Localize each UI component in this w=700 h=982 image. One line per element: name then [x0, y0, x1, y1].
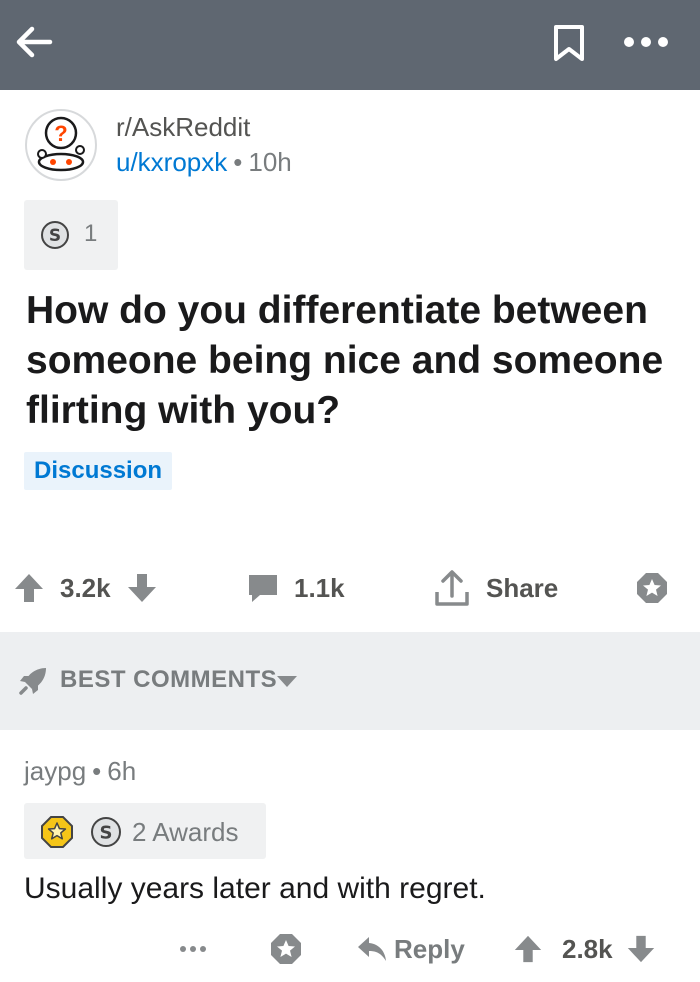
post-vote-group: 3.2k	[12, 570, 159, 606]
post-age: 10h	[248, 147, 292, 177]
comment-more-button[interactable]	[178, 930, 208, 968]
svg-text:S: S	[49, 226, 61, 246]
comments-button[interactable]: 1.1k	[246, 570, 345, 606]
chevron-down-icon	[277, 676, 297, 687]
reply-arrow-icon	[358, 937, 386, 961]
award-count: 1	[84, 220, 98, 247]
downvote-icon[interactable]	[625, 933, 657, 965]
comment-meta: jaypg • 6h	[24, 756, 136, 787]
meta-separator: •	[92, 756, 102, 786]
post-author[interactable]: u/kxropxk	[116, 147, 227, 177]
back-arrow-icon[interactable]	[12, 20, 56, 64]
reply-button[interactable]: Reply	[356, 930, 465, 968]
comment-body: Usually years later and with regret.	[24, 872, 486, 905]
upvote-icon[interactable]	[512, 933, 544, 965]
awards-label: 2 Awards	[132, 817, 239, 847]
svg-text:?: ?	[54, 121, 67, 146]
bookmark-icon[interactable]	[552, 24, 586, 62]
post-title[interactable]: How do you differentiate between someone…	[26, 286, 686, 436]
comment-icon	[249, 575, 277, 602]
more-dots-icon	[180, 946, 206, 952]
silver-award-icon: S	[91, 817, 121, 847]
comment-count: 1.1k	[294, 572, 345, 603]
comment-vote-group: 2.8k	[512, 930, 657, 968]
comment-awards[interactable]: S 2 Awards	[24, 803, 266, 859]
rocket-icon	[19, 668, 46, 695]
post-meta: u/kxropxk • 10h	[116, 147, 292, 178]
subreddit-name[interactable]: r/AskReddit	[116, 112, 250, 143]
silver-award-icon: S	[41, 221, 69, 249]
comment-age: 6h	[107, 756, 137, 786]
post-action-bar: 3.2k 1.1k Share	[0, 560, 700, 616]
share-icon	[435, 570, 469, 606]
svg-text:S: S	[100, 823, 113, 844]
award-button[interactable]	[634, 570, 670, 606]
reply-label: Reply	[394, 933, 465, 964]
post-flair[interactable]: Discussion	[24, 452, 173, 490]
comment-award-button[interactable]	[268, 930, 304, 968]
sort-label: BEST COMMENTS	[60, 666, 278, 693]
comment-author[interactable]: jaypg	[24, 756, 86, 786]
award-star-icon	[271, 934, 301, 964]
downvote-icon[interactable]	[125, 571, 159, 605]
comment-score: 2.8k	[562, 933, 613, 964]
upvote-icon[interactable]	[12, 571, 46, 605]
share-button[interactable]: Share	[432, 570, 558, 606]
comment-action-bar: Reply 2.8k	[0, 926, 700, 972]
post-awards[interactable]: S 1	[24, 200, 118, 270]
post-score: 3.2k	[60, 572, 111, 603]
top-app-bar	[0, 0, 700, 90]
subreddit-avatar[interactable]: ?	[24, 108, 98, 182]
meta-separator: •	[233, 147, 243, 177]
comment-sort-bar[interactable]: BEST COMMENTS	[0, 632, 700, 730]
share-label: Share	[486, 572, 559, 603]
award-star-icon	[637, 573, 667, 603]
more-dots-icon[interactable]	[622, 35, 670, 49]
gold-award-icon	[41, 816, 73, 848]
